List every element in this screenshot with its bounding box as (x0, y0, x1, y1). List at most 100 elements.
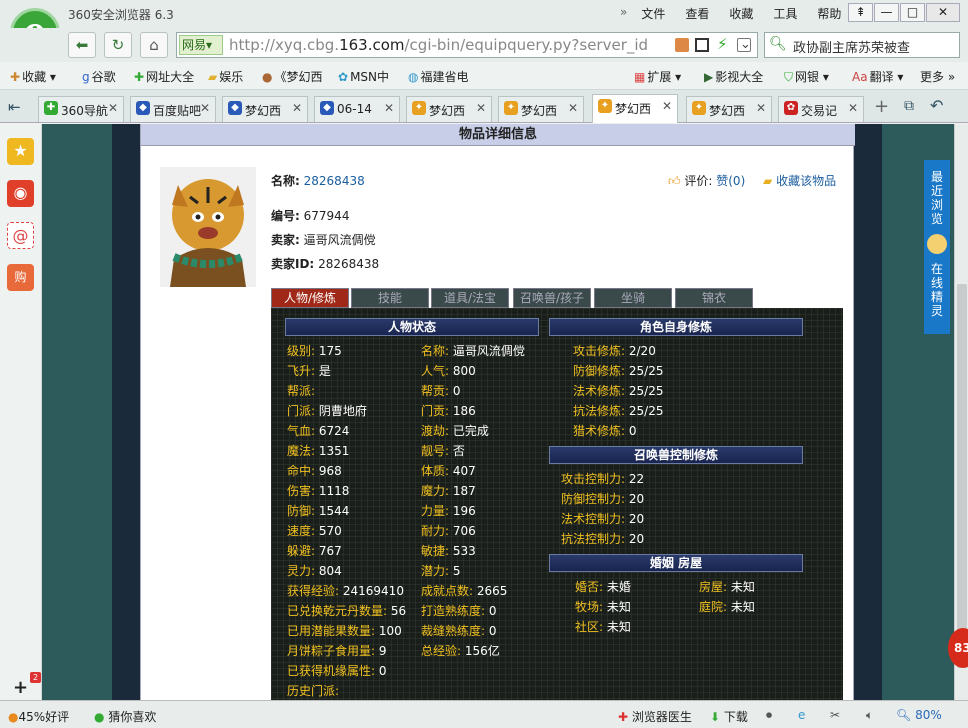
maximize-button[interactable]: □ (900, 3, 925, 22)
address-dropdown-icon[interactable]: ⌄ (740, 37, 751, 52)
menu-help[interactable]: 帮助 (817, 5, 841, 22)
tab-mount[interactable]: 坐骑 (594, 288, 672, 308)
fav-google[interactable]: g 谷歌 (82, 68, 116, 85)
status-bar: ●45%好评 ● 猜你喜欢 ✚ 浏览器医生 ⬇ 下载 ⏺ e ✂ 🔈︎ 🔍︎ 8… (0, 700, 968, 728)
qrcode-icon[interactable] (695, 38, 709, 52)
stat-value: 未知 (730, 600, 755, 614)
shopping-icon[interactable]: 购 (7, 264, 34, 291)
stat-value: 是 (318, 364, 331, 378)
close-icon[interactable]: ✕ (476, 101, 486, 115)
tab-7-active[interactable]: ✦ 梦幻西 ✕ (592, 94, 678, 123)
close-icon[interactable]: ✕ (384, 101, 394, 115)
character-stats-area: 人物状态 角色自身修炼 召唤兽控制修炼 婚姻 房屋 级别: 175 飞升: 是帮派… (271, 308, 843, 700)
tab-character[interactable]: 人物/修炼 (271, 288, 349, 308)
search-icon[interactable]: 🔍︎ (769, 36, 787, 52)
stat-value: 0 (628, 424, 637, 438)
more-menu[interactable]: 更多 » (920, 68, 955, 85)
fav-video[interactable]: ▶ 影视大全 (704, 68, 763, 85)
stat-label: 灵力: (287, 564, 316, 578)
rating-status[interactable]: ●45%好评 (8, 708, 69, 725)
volume-icon[interactable]: 🔈︎ (866, 708, 873, 723)
close-icon[interactable]: ✕ (108, 101, 118, 115)
fav-mhxy[interactable]: ● 《梦幻西 (262, 68, 323, 85)
close-icon[interactable]: ✕ (292, 101, 302, 115)
char-stat-row: 渡劫: 已完成 (421, 422, 489, 439)
refresh-button[interactable]: ↻ (104, 32, 132, 58)
tab-list-icon[interactable]: ⧉ (904, 98, 914, 114)
stat-value: 1118 (318, 484, 350, 498)
chevron-right-icon[interactable]: » (620, 5, 627, 22)
tab-skills[interactable]: 技能 (351, 288, 429, 308)
notice-icon[interactable] (675, 38, 689, 52)
add-sidebar-button[interactable]: + (13, 677, 28, 698)
fav-entertainment[interactable]: ▰ 娱乐 (208, 68, 243, 85)
char-stat-row: 魔力: 187 (421, 482, 476, 499)
address-bar[interactable]: 网易▾ http://xyq.cbg.163.com/cgi-bin/equip… (176, 32, 758, 58)
self-cultivation-row: 猎术修炼: 0 (573, 422, 637, 439)
scroll-thumb[interactable] (957, 284, 967, 668)
mail-icon[interactable]: @ (7, 222, 34, 249)
tab-3[interactable]: ◆ 梦幻西 ✕ (222, 96, 308, 122)
extensions-menu[interactable]: ▦ 扩展 ▾ (634, 68, 681, 85)
close-icon[interactable]: ✕ (200, 101, 210, 115)
new-tab-button[interactable]: + (874, 96, 889, 117)
home-button[interactable]: ⌂ (140, 32, 168, 58)
close-icon[interactable]: ✕ (662, 99, 672, 113)
tab-6[interactable]: ✦ 梦幻西 ✕ (498, 96, 584, 122)
close-icon[interactable]: ✕ (756, 101, 766, 115)
translate-icon: Aa (852, 70, 868, 84)
menu-file[interactable]: 文件 (641, 5, 665, 22)
folder-icon: ▰ (763, 174, 773, 188)
tab-outfit[interactable]: 锦衣 (675, 288, 753, 308)
favorites-star-icon[interactable]: ★ (7, 138, 34, 165)
tab-1[interactable]: ✚ 360导航 ✕ (38, 96, 124, 122)
close-icon[interactable]: ✕ (848, 101, 858, 115)
fav-hao360[interactable]: ✚ 网址大全 (134, 68, 194, 85)
tab-9[interactable]: ✿ 交易记 ✕ (778, 96, 864, 122)
tab-5[interactable]: ✦ 梦幻西 ✕ (406, 96, 492, 122)
sidebar-toggle-icon[interactable]: ⇤ (8, 98, 21, 116)
vertical-scrollbar[interactable] (954, 124, 968, 700)
stat-label: 社区: (575, 620, 604, 634)
marriage-row: 婚否: 未婚 (575, 578, 631, 595)
url-text[interactable]: http://xyq.cbg.163.com/cgi-bin/equipquer… (229, 36, 649, 54)
recent-browse-panel[interactable]: 最近浏览 在线精灵 (924, 160, 950, 334)
menu-favorites[interactable]: 收藏 (729, 5, 753, 22)
zoom-level[interactable]: 🔍︎ 80% (896, 708, 942, 722)
tab-8[interactable]: ✦ 梦幻西 ✕ (686, 96, 772, 122)
fav-fujian[interactable]: ◍ 福建省电 (408, 68, 469, 85)
tab-items[interactable]: 道具/法宝 (431, 288, 509, 308)
tab-pets[interactable]: 召唤兽/孩子 (513, 288, 591, 308)
screenshot-icon[interactable]: ✂ (830, 708, 840, 722)
weibo-icon[interactable]: ◉ (7, 180, 34, 207)
char-stat-row: 月饼粽子食用量: 9 (287, 642, 387, 659)
tab-2[interactable]: ◆ 百度贴吧 ✕ (130, 96, 216, 122)
fav-msn[interactable]: ✿ MSN中 (338, 68, 389, 85)
compat-icon[interactable]: ⏺ (766, 708, 772, 723)
fav-translate[interactable]: Aa 翻译 ▾ (852, 68, 903, 85)
rating-link[interactable]: 赞(0) (716, 174, 745, 188)
ie-icon[interactable]: e (798, 708, 805, 722)
minimize-button[interactable]: — (874, 3, 899, 22)
skin-button[interactable]: ⇞ (848, 3, 873, 22)
fav-bank[interactable]: ⛉ 网银 ▾ (784, 68, 829, 85)
close-button[interactable]: ✕ (926, 3, 960, 22)
menu-view[interactable]: 查看 (685, 5, 709, 22)
speed-icon[interactable]: ⚡ (717, 35, 728, 53)
self-cultivation-row: 防御修炼: 25/25 (573, 362, 663, 379)
stat-label: 牧场: (575, 600, 604, 614)
tab-4[interactable]: ◆ 06-14 ✕ (314, 96, 400, 122)
close-icon[interactable]: ✕ (568, 101, 578, 115)
site-tag[interactable]: 网易▾ (179, 35, 223, 55)
collect-link[interactable]: ▰ 收藏该物品 (763, 172, 836, 189)
download-button[interactable]: ⬇ 下载 (710, 708, 748, 725)
menu-tools[interactable]: 工具 (773, 5, 797, 22)
search-box[interactable]: 🔍︎ 政协副主席苏荣被查 (764, 32, 960, 58)
undo-close-icon[interactable]: ↶ (930, 96, 943, 115)
browser-doctor[interactable]: ✚ 浏览器医生 (618, 708, 692, 725)
search-input[interactable]: 政协副主席苏荣被查 (793, 37, 959, 56)
favorites-menu[interactable]: ✚ 收藏 ▾ (10, 68, 56, 85)
guess-like[interactable]: ● 猜你喜欢 (94, 708, 156, 725)
back-button[interactable]: ⬅ (68, 32, 96, 58)
stat-label: 飞升: (287, 364, 316, 378)
